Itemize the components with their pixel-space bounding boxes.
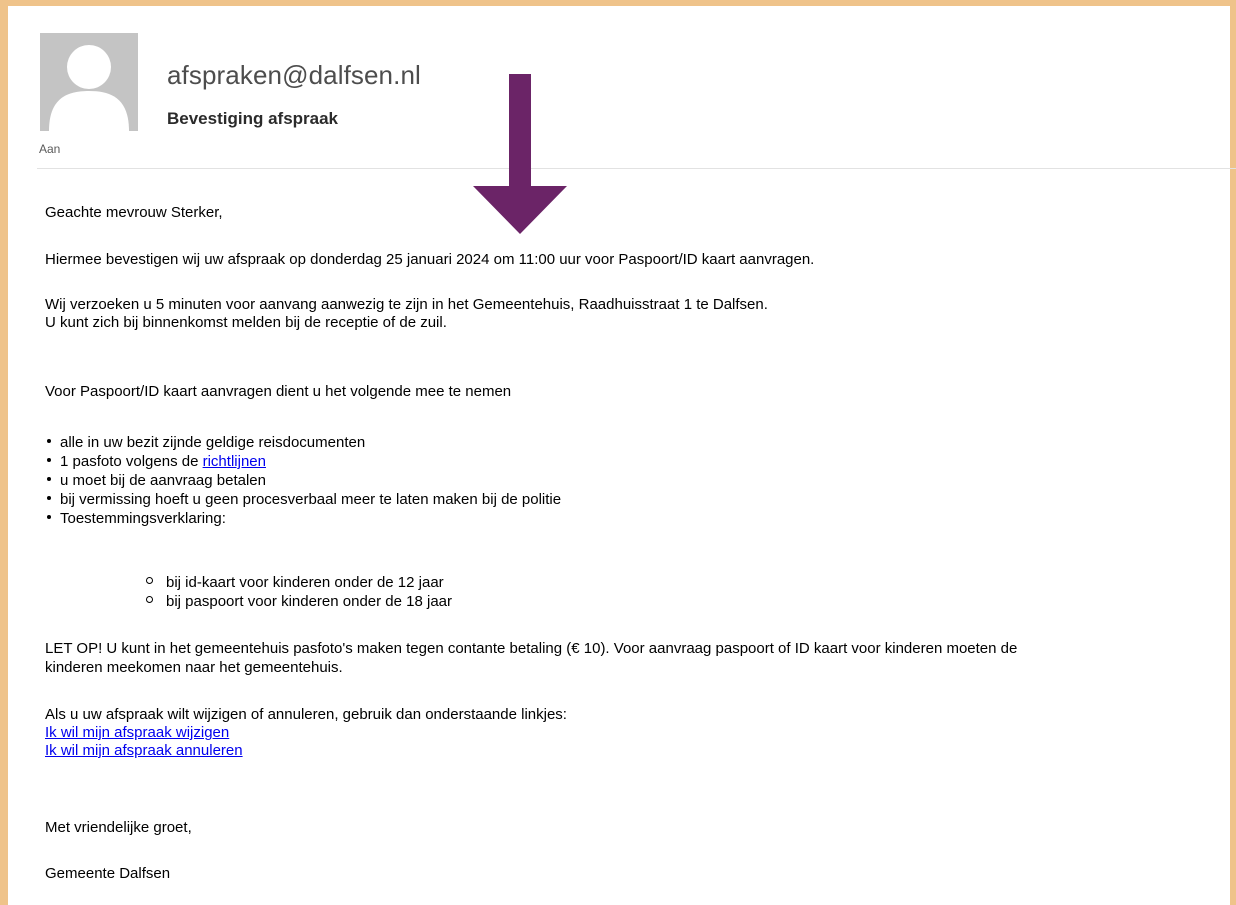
sub-list-item: bij id-kaart voor kinderen onder de 12 j… [146,574,444,592]
cancel-appointment-link[interactable]: Ik wil mijn afspraak annuleren [45,742,243,760]
signature: Gemeente Dalfsen [45,865,171,882]
list-item: 1 pasfoto volgens de richtlijnen [47,453,266,471]
bring-intro: Voor Paspoort/ID kaart aanvragen dient u… [45,383,512,400]
to-label: Aan [39,142,61,156]
screenshot-frame: Aan afspraken@dalfsen.nl Bevestiging afs… [0,0,1236,905]
arrival-line-1: Wij verzoeken u 5 minuten voor aanvang a… [45,296,768,313]
note-line-2: kinderen meekomen naar het gemeentehuis. [45,659,343,676]
greeting: Geachte mevrouw Sterker, [45,204,223,221]
sender-address[interactable]: afspraken@dalfsen.nl [167,60,421,91]
confirmation-text: Hiermee bevestigen wij uw afspraak op do… [45,251,815,268]
sender-avatar [40,33,138,131]
change-intro: Als u uw afspraak wilt wijzigen of annul… [45,706,567,723]
note-line-1: LET OP! U kunt in het gemeentehuis pasfo… [45,640,1018,657]
list-item: u moet bij de aanvraag betalen [47,472,266,490]
list-item: Toestemmingsverklaring: [47,510,226,528]
sub-list-item: bij paspoort voor kinderen onder de 18 j… [146,593,452,611]
guidelines-link[interactable]: richtlijnen [203,453,266,470]
change-appointment-link[interactable]: Ik wil mijn afspraak wijzigen [45,724,229,742]
arrival-line-2: U kunt zich bij binnenkomst melden bij d… [45,314,447,331]
list-item: bij vermissing hoeft u geen procesverbaa… [47,491,561,509]
header-divider [37,168,1236,169]
email-subject: Bevestiging afspraak [167,109,339,128]
arrow-down-icon [473,74,567,234]
list-item: alle in uw bezit zijnde geldige reisdocu… [47,434,365,452]
person-silhouette-icon [49,45,129,131]
closing: Met vriendelijke groet, [45,819,192,836]
